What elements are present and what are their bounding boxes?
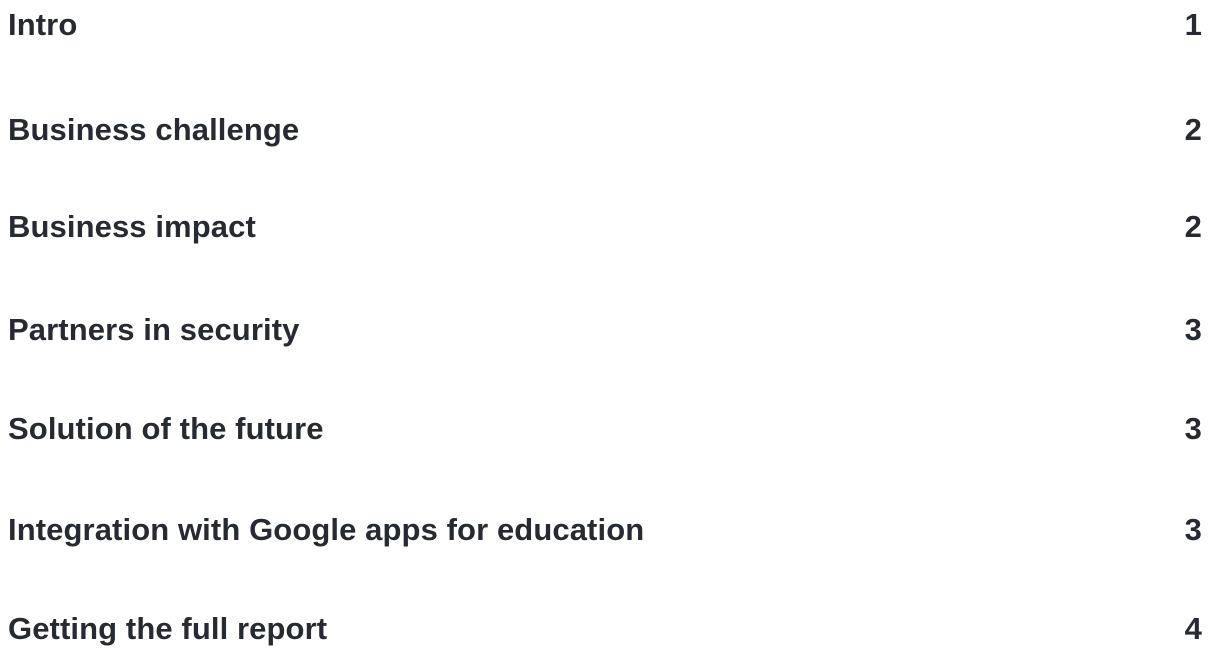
toc-entry-title: Getting the full report [8, 611, 328, 646]
toc-entry-page-number: 4 [1184, 611, 1202, 646]
toc-entry-solution-of-the-future[interactable]: Solution of the future 3 [8, 404, 1202, 454]
toc-entry-title: Partners in security [8, 312, 300, 347]
toc-entry-partners-in-security[interactable]: Partners in security 3 [8, 305, 1202, 355]
toc-entry-title: Business impact [8, 209, 256, 244]
toc-entry-page-number: 3 [1184, 312, 1202, 347]
toc-entry-title: Intro [8, 7, 78, 42]
toc-entry-intro[interactable]: Intro 1 [8, 0, 1202, 50]
table-of-contents: Intro 1 Business challenge 2 Business im… [8, 0, 1202, 654]
toc-entry-integration-with-google-apps[interactable]: Integration with Google apps for educati… [8, 505, 1202, 555]
toc-entry-page-number: 3 [1184, 411, 1202, 446]
toc-entry-title: Solution of the future [8, 411, 324, 446]
toc-entry-business-challenge[interactable]: Business challenge 2 [8, 105, 1202, 155]
toc-entry-page-number: 2 [1184, 112, 1202, 147]
toc-entry-page-number: 3 [1184, 512, 1202, 547]
toc-entry-getting-the-full-report[interactable]: Getting the full report 4 [8, 604, 1202, 654]
toc-entry-business-impact[interactable]: Business impact 2 [8, 202, 1202, 252]
toc-entry-page-number: 1 [1184, 7, 1202, 42]
toc-entry-page-number: 2 [1184, 209, 1202, 244]
toc-entry-title: Business challenge [8, 112, 300, 147]
toc-entry-title: Integration with Google apps for educati… [8, 512, 645, 547]
